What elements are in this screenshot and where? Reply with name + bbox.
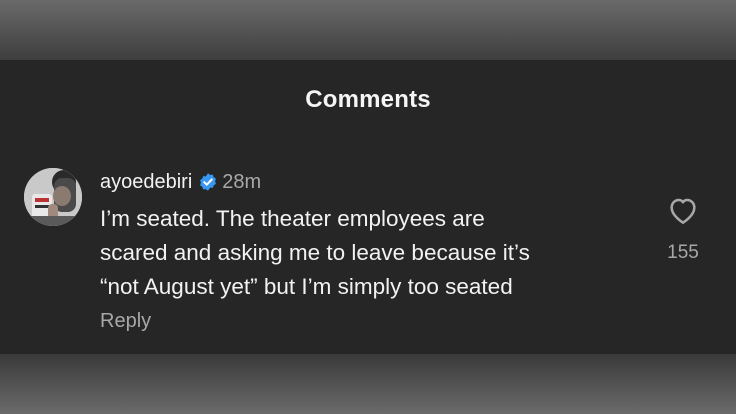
avatar[interactable] [24, 168, 82, 226]
reply-button[interactable]: Reply [100, 310, 151, 333]
like-button[interactable] [665, 194, 701, 226]
comment-text-line: scared and asking me to leave because it… [100, 240, 530, 265]
username[interactable]: ayoedebiri [100, 171, 192, 194]
comment-timestamp: 28m [222, 170, 262, 193]
like-count: 155 [667, 242, 699, 263]
avatar-image [24, 168, 82, 226]
page-title: Comments [305, 86, 431, 113]
comment-header: ayoedebiri 28m [100, 168, 261, 196]
comment-body: I’m seated. The theater employees are sc… [100, 202, 640, 304]
background-blur-bottom [0, 354, 736, 414]
verified-badge-icon [200, 173, 217, 191]
comment-text-line: I’m seated. The theater employees are [100, 206, 485, 231]
background-blur-top [0, 0, 736, 60]
heart-outline-icon [670, 198, 696, 224]
comment-text-line: “not August yet” but I’m simply too seat… [100, 274, 513, 299]
